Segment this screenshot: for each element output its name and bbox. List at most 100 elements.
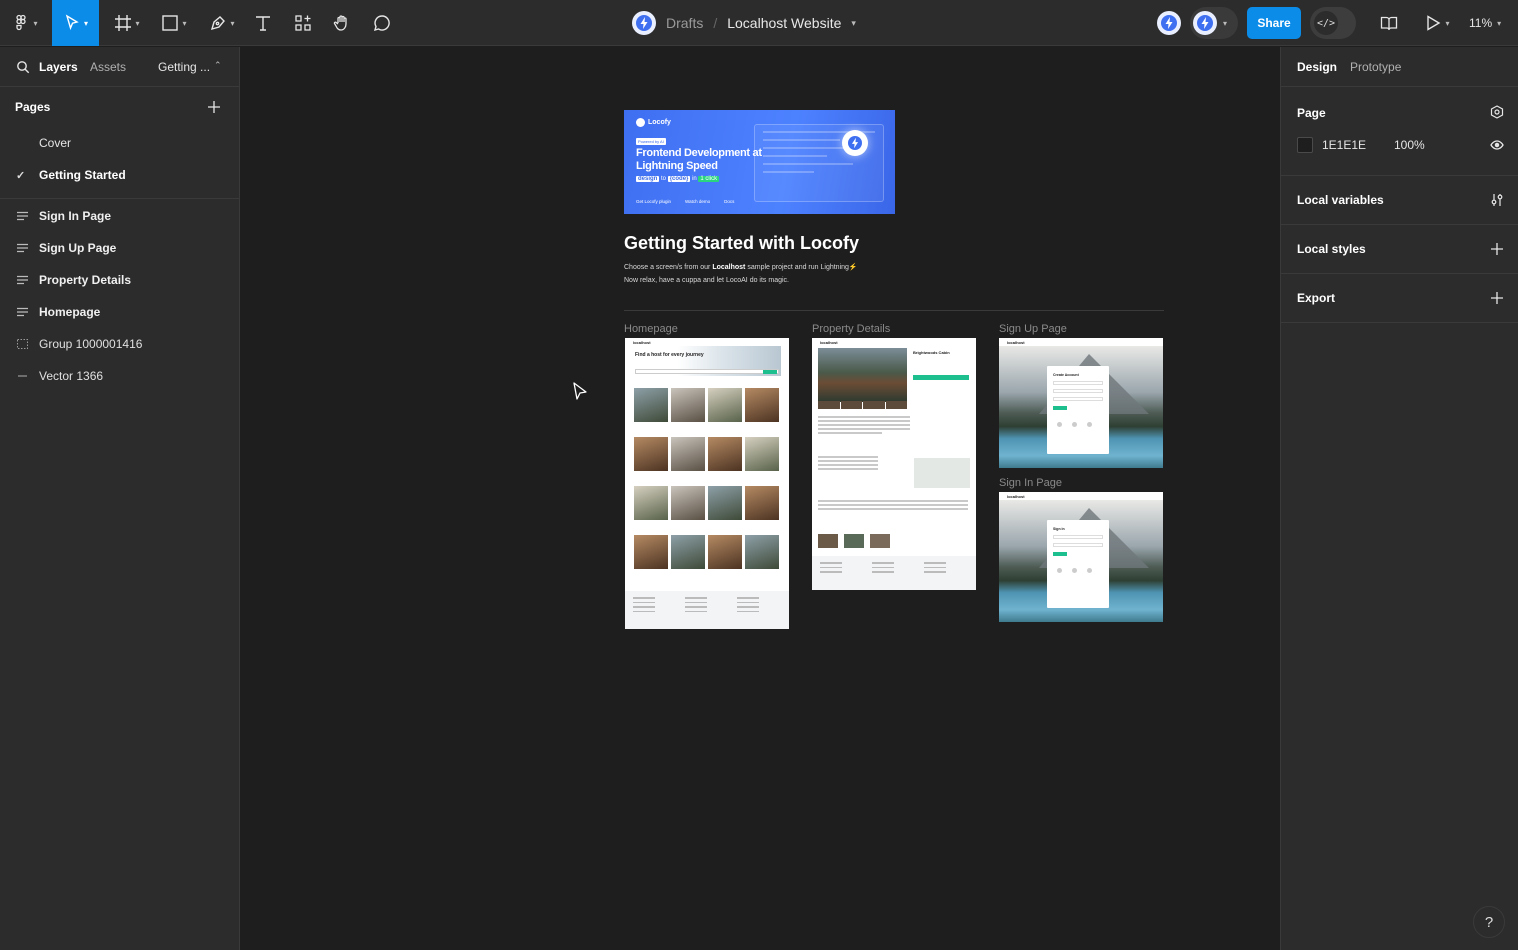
banner-brand: Locofy [636, 118, 671, 127]
banner-tagline: Powered by AI [636, 138, 666, 145]
listing-grid [634, 388, 779, 569]
breadcrumb-drafts[interactable]: Drafts [666, 15, 703, 31]
layer-label: Group 1000001416 [39, 337, 143, 351]
banner-sub-design: design [636, 176, 660, 182]
code-icon: </> [1314, 11, 1338, 35]
canvas[interactable]: Locofy Powered by AI Frontend Developmen… [240, 47, 1280, 950]
layer-homepage[interactable]: Homepage [0, 296, 239, 328]
eye-icon[interactable] [1490, 138, 1504, 152]
page-color-swatch[interactable] [1297, 137, 1313, 153]
library-button[interactable] [1378, 0, 1400, 46]
frame-tool-button[interactable]: ▾ [110, 0, 144, 46]
frame-sign-in[interactable]: localhost Sign in [999, 492, 1163, 622]
text-tool-button[interactable] [252, 0, 274, 46]
frame-label-homepage[interactable]: Homepage [624, 323, 678, 335]
chevron-down-icon[interactable]: ▾ [851, 18, 856, 29]
frame-property-details[interactable]: localhost Brightwoods Cabin [812, 338, 976, 590]
banner-link[interactable]: Docs [724, 199, 734, 204]
layer-sign-in-page[interactable]: Sign In Page [0, 200, 239, 232]
frame-label-sign-in[interactable]: Sign In Page [999, 477, 1062, 489]
banner-link[interactable]: Get Locofy plugin [636, 199, 671, 204]
share-button[interactable]: Share [1247, 7, 1301, 39]
banner-sub-code: {code} [667, 176, 691, 182]
comment-tool-button[interactable] [371, 0, 393, 46]
right-panel-tabs: Design Prototype [1281, 47, 1518, 87]
page-section: Page 1E1E1E 100% [1281, 87, 1518, 176]
chevron-down-icon: ▾ [1497, 18, 1502, 28]
mountain-background: Create Account [999, 346, 1163, 468]
shape-tool-icon [162, 15, 179, 31]
add-style-icon[interactable] [1490, 242, 1504, 256]
add-page-icon[interactable] [207, 100, 221, 114]
tab-prototype[interactable]: Prototype [1350, 60, 1401, 74]
figma-menu-icon [16, 14, 27, 31]
zoom-level: 11% [1469, 16, 1493, 30]
hand-tool-button[interactable] [331, 0, 353, 46]
components-icon [295, 15, 311, 31]
frame-homepage[interactable]: localhost Find a host for every journey [625, 338, 789, 629]
page-color-hex[interactable]: 1E1E1E [1322, 138, 1366, 152]
zoom-menu[interactable]: 11% ▾ [1469, 0, 1501, 46]
dev-mode-toggle[interactable]: </> [1310, 7, 1356, 39]
vector-divider [624, 310, 1164, 311]
breadcrumb-separator: / [713, 15, 718, 31]
add-export-icon[interactable] [1490, 291, 1504, 305]
chevron-down-icon: ▾ [1223, 18, 1228, 28]
bolt-emoji-icon: ⚡ [848, 264, 858, 271]
local-styles-section: Local styles [1281, 225, 1518, 274]
banner-link[interactable]: Watch demo [685, 199, 710, 204]
search-icon[interactable] [16, 60, 30, 74]
shape-tool-button[interactable]: ▾ [157, 0, 191, 46]
property-thumbnails [818, 401, 907, 409]
locofy-plugin-icon[interactable] [1157, 11, 1181, 35]
styles-icon[interactable] [1490, 105, 1504, 119]
layer-group-1000001416[interactable]: Group 1000001416 [0, 328, 239, 360]
figma-menu-button[interactable]: ▾ [8, 0, 42, 46]
mouse-cursor-icon [573, 382, 587, 400]
tab-layers[interactable]: Layers [39, 60, 78, 74]
chevron-down-icon: ▾ [182, 18, 187, 28]
tab-design[interactable]: Design [1297, 60, 1337, 74]
chevron-down-icon: ▾ [135, 18, 140, 28]
layer-property-details[interactable]: Property Details [0, 264, 239, 296]
move-tool-icon [65, 14, 79, 31]
user-avatar-button[interactable]: ▾ [1190, 7, 1238, 39]
desc-text: Now relax, have a cuppa and let LocoAI d… [624, 277, 789, 284]
pen-tool-button[interactable]: ▾ [205, 0, 239, 46]
variables-settings-icon[interactable] [1490, 193, 1504, 207]
move-tool-button[interactable]: ▾ [52, 0, 99, 46]
frame-nav: localhost [999, 338, 1163, 346]
property-reviews [818, 500, 968, 512]
canvas-title: Getting Started with Locofy [624, 233, 860, 253]
frame-label-sign-up[interactable]: Sign Up Page [999, 323, 1067, 335]
local-styles-title: Local styles [1297, 242, 1366, 256]
page-item-label: Getting Started [39, 168, 126, 182]
check-icon: ✓ [16, 169, 26, 182]
group-icon [17, 339, 28, 349]
layer-vector-1366[interactable]: Vector 1366 [0, 360, 239, 392]
chevron-down-icon: ▾ [1445, 18, 1450, 28]
present-button[interactable]: ▾ [1420, 0, 1454, 46]
property-name: Brightwoods Cabin [913, 350, 950, 355]
components-tool-button[interactable] [292, 0, 314, 46]
chevron-down-icon: ▾ [33, 18, 38, 28]
tab-assets[interactable]: Assets [90, 60, 126, 74]
frame-nav: localhost [812, 338, 976, 346]
frame-label-property-details[interactable]: Property Details [812, 323, 890, 335]
page-item-cover[interactable]: Cover [0, 127, 239, 159]
page-color-opacity[interactable]: 100% [1394, 138, 1425, 152]
chevron-up-icon[interactable]: ⌃ [214, 60, 222, 71]
locofy-banner[interactable]: Locofy Powered by AI Frontend Developmen… [624, 110, 895, 214]
layer-sign-up-page[interactable]: Sign Up Page [0, 232, 239, 264]
file-name[interactable]: Localhost Website [727, 15, 841, 31]
help-button[interactable]: ? [1473, 906, 1505, 938]
banner-links: Get Locofy plugin Watch demo Docs [636, 199, 734, 204]
layer-label: Sign In Page [39, 209, 112, 223]
local-variables-title: Local variables [1297, 193, 1384, 207]
signin-card: Sign in [1047, 520, 1109, 608]
chevron-down-icon: ▾ [230, 18, 235, 28]
current-page-selector[interactable]: Getting ... [158, 60, 210, 74]
page-item-getting-started[interactable]: ✓ Getting Started [0, 159, 239, 191]
frame-sign-up[interactable]: localhost Create Account [999, 338, 1163, 468]
locofy-bolt-icon [632, 11, 656, 35]
